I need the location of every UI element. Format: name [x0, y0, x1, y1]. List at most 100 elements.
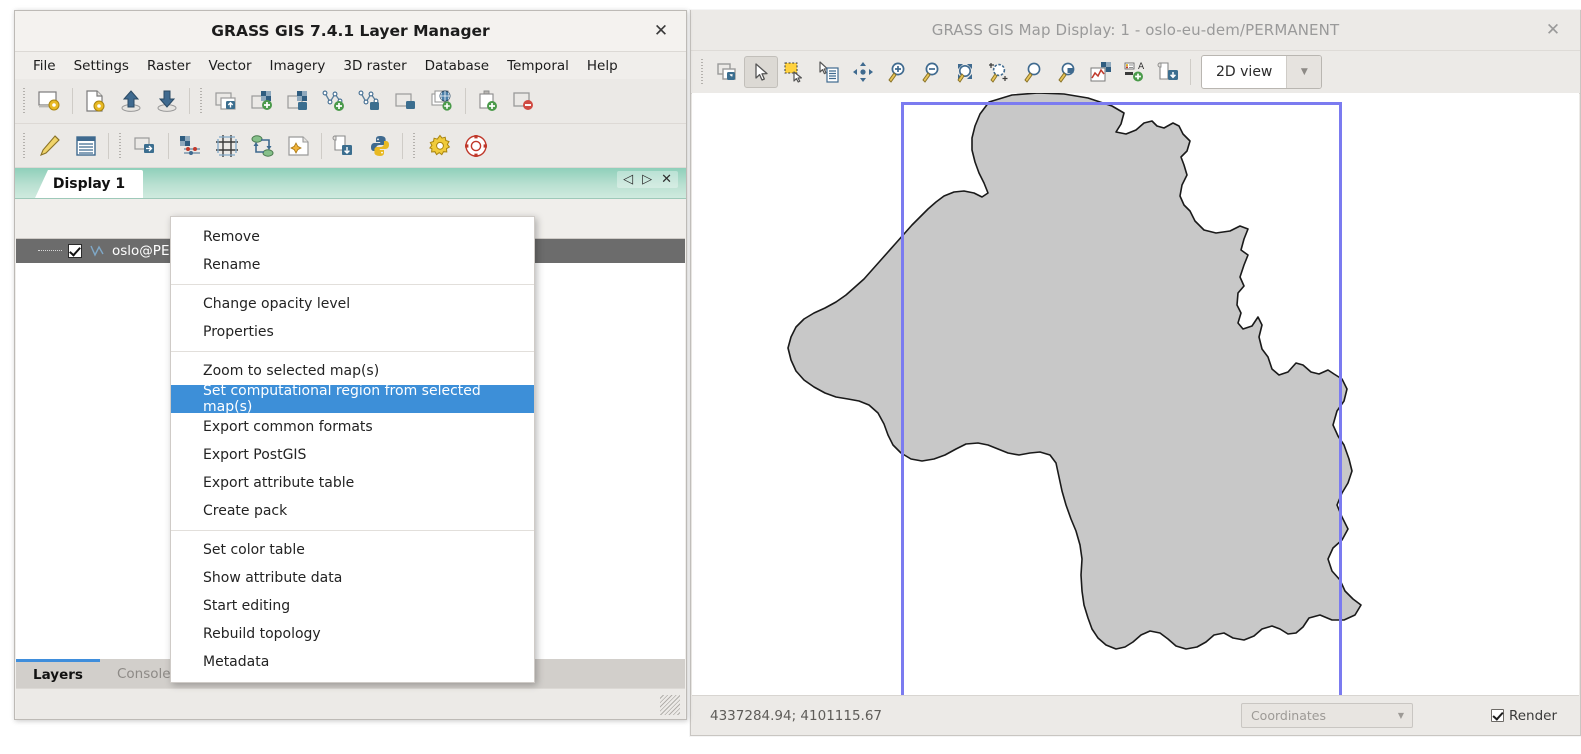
map-display-toolbar: A 2D view ▼: [691, 51, 1580, 94]
menu-separator: [171, 351, 534, 352]
menu-file[interactable]: File: [24, 55, 65, 77]
menu-item-properties[interactable]: Properties: [171, 318, 534, 346]
zoom-out-icon[interactable]: [914, 56, 948, 88]
toolbar-separator: [108, 132, 109, 159]
menu-item-export-attribute-table[interactable]: Export attribute table: [171, 469, 534, 497]
open-workspace-icon[interactable]: [77, 84, 113, 118]
pan-icon[interactable]: [846, 56, 880, 88]
menu-3d-raster[interactable]: 3D raster: [334, 55, 415, 77]
menu-database[interactable]: Database: [416, 55, 498, 77]
chevron-down-icon[interactable]: ▼: [1390, 711, 1412, 720]
resize-grip[interactable]: [660, 695, 680, 715]
statusbar-mode-value: Coordinates: [1250, 708, 1326, 723]
start-new-workspace-icon[interactable]: [32, 84, 68, 118]
tab-display-1-label: Display 1: [52, 176, 126, 192]
chevron-down-icon[interactable]: ▼: [1286, 56, 1322, 88]
raster-calculator-icon[interactable]: [173, 129, 209, 163]
menu-item-export-common-formats[interactable]: Export common formats: [171, 413, 534, 441]
add-vector-thematic-icon[interactable]: [353, 84, 389, 118]
menu-item-remove[interactable]: Remove: [171, 223, 534, 251]
toolbar-grip[interactable]: [20, 88, 29, 114]
layer-visibility-checkbox[interactable]: [68, 244, 82, 258]
render-label: Render: [1508, 707, 1557, 724]
map-composer-icon[interactable]: [326, 129, 362, 163]
zoom-to-selected-icon[interactable]: [982, 56, 1016, 88]
pointer-select-icon[interactable]: [744, 56, 778, 88]
menu-item-show-attribute-data[interactable]: Show attribute data: [171, 564, 534, 592]
menu-vector[interactable]: Vector: [200, 55, 261, 77]
attribute-table-icon[interactable]: [68, 129, 104, 163]
toolbar-grip[interactable]: [698, 59, 707, 85]
save-display-icon[interactable]: [1152, 56, 1186, 88]
prev-tab-icon[interactable]: ◁: [623, 173, 633, 186]
zoom-to-extent-icon[interactable]: [948, 56, 982, 88]
close-icon[interactable]: ✕: [650, 20, 672, 42]
menu-item-zoom-to-selected-maps[interactable]: Zoom to selected map(s): [171, 357, 534, 385]
layer-manager-titlebar: GRASS GIS 7.4.1 Layer Manager ✕: [15, 11, 686, 52]
zoom-options-icon[interactable]: [1050, 56, 1084, 88]
add-web-service-icon[interactable]: [425, 84, 461, 118]
computational-region-frame: [901, 102, 1342, 695]
edit-vector-icon[interactable]: [32, 129, 68, 163]
load-workspace-icon[interactable]: [113, 84, 149, 118]
import-data-icon[interactable]: [128, 129, 164, 163]
menu-separator: [171, 530, 534, 531]
map-display-titlebar: GRASS GIS Map Display: 1 - oslo-eu-dem/P…: [691, 10, 1580, 51]
settings-gear-icon[interactable]: [422, 129, 458, 163]
view-mode-select[interactable]: 2D view ▼: [1201, 55, 1323, 89]
render-toggle[interactable]: Render: [1490, 707, 1557, 724]
save-workspace-icon[interactable]: [149, 84, 185, 118]
menu-item-rename[interactable]: Rename: [171, 251, 534, 279]
menu-item-metadata[interactable]: Metadata: [171, 648, 534, 676]
menu-item-export-postgis[interactable]: Export PostGIS: [171, 441, 534, 469]
add-vector-layer-icon[interactable]: [317, 84, 353, 118]
analyze-map-icon[interactable]: [1084, 56, 1118, 88]
tab-display-1[interactable]: Display 1: [35, 170, 143, 198]
menu-item-set-color-table[interactable]: Set color table: [171, 536, 534, 564]
menu-raster[interactable]: Raster: [138, 55, 200, 77]
help-icon[interactable]: [458, 129, 494, 163]
toolbar-grip[interactable]: [116, 132, 125, 159]
toolbar-separator: [1190, 59, 1191, 85]
tab-layers-label: Layers: [33, 667, 83, 683]
zoom-in-icon[interactable]: [880, 56, 914, 88]
render-checkbox[interactable]: [1490, 709, 1504, 722]
menu-help[interactable]: Help: [578, 55, 627, 77]
menu-imagery[interactable]: Imagery: [261, 55, 335, 77]
add-raster-layer-icon[interactable]: [245, 84, 281, 118]
add-multiple-rasters-icon[interactable]: [209, 84, 245, 118]
menu-item-start-editing[interactable]: Start editing: [171, 592, 534, 620]
menu-item-rebuild-topology[interactable]: Rebuild topology: [171, 620, 534, 648]
close-tab-icon[interactable]: ✕: [661, 173, 672, 186]
python-shell-icon[interactable]: [362, 129, 398, 163]
toolbar-grip[interactable]: [410, 132, 419, 159]
toolbar-grip[interactable]: [20, 132, 29, 159]
add-group-icon[interactable]: [470, 84, 506, 118]
select-features-icon[interactable]: [778, 56, 812, 88]
zoom-back-icon[interactable]: [1016, 56, 1050, 88]
statusbar-mode-select[interactable]: Coordinates ▼: [1240, 703, 1413, 728]
menu-settings[interactable]: Settings: [65, 55, 138, 77]
close-icon[interactable]: ✕: [1542, 19, 1564, 41]
query-map-icon[interactable]: [812, 56, 846, 88]
menu-item-create-pack[interactable]: Create pack: [171, 497, 534, 525]
georectify-icon[interactable]: [281, 129, 317, 163]
display-tab-nav: ◁ ▷ ✕: [617, 171, 678, 188]
menu-item-set-computational-region[interactable]: Set computational region from selected m…: [171, 383, 534, 415]
add-raster-rgb-icon[interactable]: [281, 84, 317, 118]
map-canvas[interactable]: [692, 93, 1579, 695]
menu-item-change-opacity-level[interactable]: Change opacity level: [171, 290, 534, 318]
add-map-elements-icon[interactable]: A: [1118, 56, 1152, 88]
tab-console-label: Console: [116, 665, 171, 682]
graphical-modeler-icon[interactable]: [245, 129, 281, 163]
display-map-icon[interactable]: [710, 56, 744, 88]
remove-layer-icon[interactable]: [506, 84, 542, 118]
tab-layers[interactable]: Layers: [16, 659, 100, 688]
tree-connector: [38, 250, 62, 252]
menu-temporal[interactable]: Temporal: [498, 55, 578, 77]
layer-context-menu: Remove Rename Change opacity level Prope…: [170, 216, 535, 683]
next-tab-icon[interactable]: ▷: [642, 173, 652, 186]
region-settings-icon[interactable]: [209, 129, 245, 163]
toolbar-grip[interactable]: [197, 88, 206, 114]
add-overlay-icon[interactable]: [389, 84, 425, 118]
